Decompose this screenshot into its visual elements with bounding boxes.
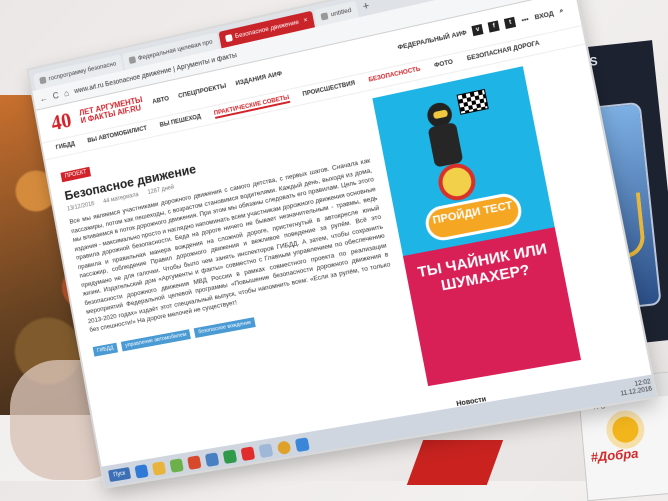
logo-number[interactable]: 40 [49,107,73,136]
explorer-icon[interactable] [258,442,274,458]
subnav-photo[interactable]: ФОТО [434,58,454,71]
chrome-icon[interactable] [276,439,292,455]
favicon-icon [320,12,329,21]
nav-editions[interactable]: ИЗДАНИЯ АИФ [235,70,283,87]
tab-label: untitled [330,6,352,19]
start-button[interactable]: Пуск [107,467,131,483]
skype-icon[interactable] [294,436,310,452]
word-icon[interactable] [204,451,220,467]
login-button[interactable]: ВХОД [534,10,554,21]
app-icon[interactable] [186,454,202,470]
article-date: 13/12/2016 [66,201,95,213]
project-badge: ПРОЕКТ [60,166,92,183]
favicon-icon [128,56,136,65]
home-icon[interactable]: ⌂ [63,88,70,99]
subnav-gibdd[interactable]: ГИБДД [55,140,76,153]
back-icon[interactable]: ← [39,93,49,104]
racer-suit [427,122,464,168]
background-red-shape [406,440,504,485]
nav-auto[interactable]: АВТО [152,95,170,105]
favicon-icon [39,76,47,85]
social-icon[interactable]: f [487,20,501,33]
region-selector[interactable]: ФЕДЕРАЛЬНЫЙ АИФ [397,29,467,51]
search-icon[interactable]: ⌕ [559,7,564,16]
social-icon[interactable]: t [504,16,517,29]
dobra-logo-text: #Добра [590,445,639,465]
article-days: 1287 дней [147,184,175,196]
favicon-icon [225,33,233,43]
tag-link[interactable]: безопасное вождение [193,316,256,338]
site-logo[interactable]: ЛЕТ АРГУМЕНТЫ И ФАКТЫ AIF.RU [79,95,145,125]
browser-window: госпрограмму безопасно Федеральная целев… [28,0,656,487]
yandex-icon[interactable] [240,445,256,461]
refresh-icon[interactable]: C [52,90,60,101]
social-icon[interactable]: v [471,23,484,37]
tag-link[interactable]: ГИБДД [92,342,118,357]
folder-icon[interactable] [151,460,167,476]
article: ПРОЕКТ Безопасное движение 13/12/2016 44… [59,101,414,440]
clock-date: 11.12.2016 [620,386,653,398]
sun-logo-icon [611,415,640,444]
close-tab-icon[interactable]: × [303,17,308,25]
excel-icon[interactable] [222,448,238,464]
media-icon[interactable] [169,457,184,473]
clock[interactable]: 12:02 11.12.2016 [619,379,653,399]
ie-icon[interactable] [134,463,149,479]
nav-specprojects[interactable]: СПЕЦПРОЕКТЫ [178,82,227,99]
more-button[interactable]: ••• [521,15,529,24]
tag-link[interactable]: управление автомобилем [120,328,191,351]
